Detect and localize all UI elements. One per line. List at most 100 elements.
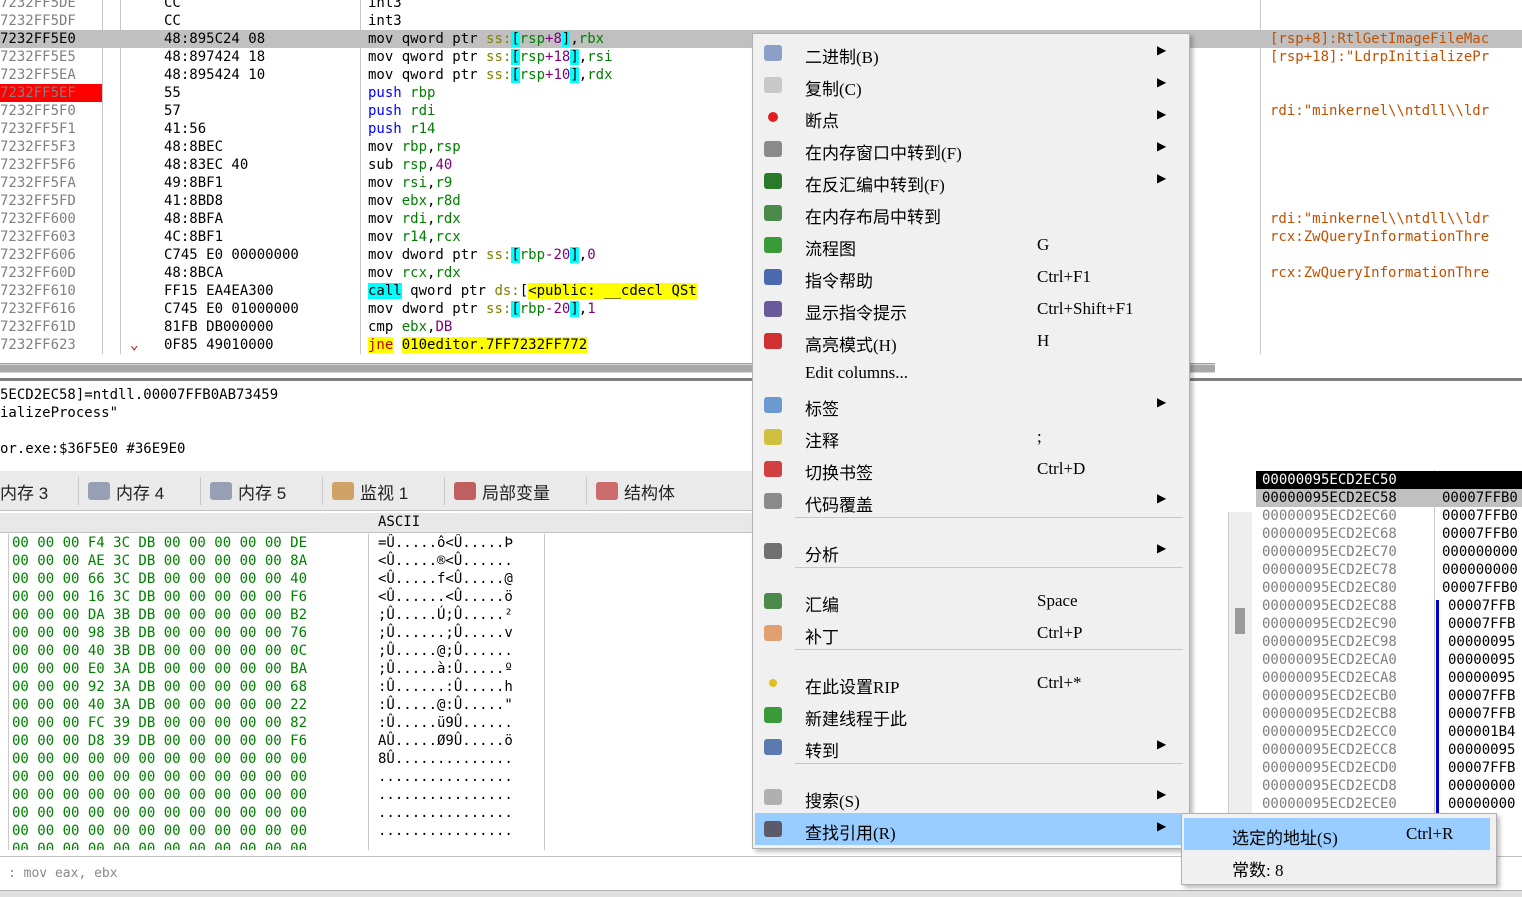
dump-row[interactable]: 00 00 00 66 3C DB 00 00 00 00 00 40 <Û...… bbox=[0, 570, 760, 588]
instruction-cell: mov qword ptr ss:[rsp+8],rbx bbox=[368, 30, 604, 48]
watch-icon bbox=[332, 482, 354, 500]
menu-item-shortcut: Ctrl+F1 bbox=[1037, 267, 1091, 286]
dump-row[interactable]: 00 00 00 00 00 00 00 00 00 00 00 00.....… bbox=[0, 840, 760, 850]
menu-item-hint[interactable]: 显示指令提示 Ctrl+Shift+F1 bbox=[755, 293, 1187, 325]
instruction-token: rsi bbox=[587, 49, 613, 65]
menu-item-edit-columns[interactable]: Edit columns... bbox=[755, 357, 1187, 389]
tab-label: 局部变量 bbox=[482, 483, 550, 503]
dump-row[interactable]: 00 00 00 92 3A DB 00 00 00 00 00 68:Û...… bbox=[0, 678, 760, 696]
dump-row[interactable]: 00 00 00 00 00 00 00 00 00 00 00 00 8Û...… bbox=[0, 750, 760, 768]
stack-row[interactable]: 00000095ECD2ECE0 00000000 bbox=[1256, 795, 1522, 813]
scrollbar-thumb[interactable] bbox=[1235, 608, 1245, 634]
stack-address: 00000095ECD2EC50 bbox=[1262, 472, 1397, 488]
dump-row[interactable]: 00 00 00 00 00 00 00 00 00 00 00 00.....… bbox=[0, 768, 760, 786]
menu-item-highlight[interactable]: 高亮模式(H) H bbox=[755, 325, 1187, 357]
stack-row[interactable]: 00000095ECD2EC80 00007FFB0 bbox=[1256, 579, 1522, 597]
tab-divider bbox=[200, 477, 201, 505]
stack-row[interactable]: 00000095ECD2EC90 00007FFB bbox=[1256, 615, 1522, 633]
stack-row[interactable]: 00000095ECD2ECD8 00000000 bbox=[1256, 777, 1522, 795]
stack-address: 00000095ECD2EC70 bbox=[1262, 544, 1397, 560]
stack-row[interactable]: 00000095ECD2EC68 00007FFB0 bbox=[1256, 525, 1522, 543]
stack-row[interactable]: 00000095ECD2ECC0 000001B4 bbox=[1256, 723, 1522, 741]
menu-item-memory-map[interactable]: 在内存布局中转到 bbox=[755, 197, 1187, 229]
menu-item-find-references[interactable]: 查找引用(R) ▶ bbox=[755, 813, 1187, 845]
stack-row[interactable]: 00000095ECD2ECB0 00007FFB bbox=[1256, 687, 1522, 705]
stack-scrollbar[interactable] bbox=[1228, 512, 1252, 850]
stack-row[interactable]: 00000095ECD2EC70 000000000 bbox=[1256, 543, 1522, 561]
dump-row[interactable]: 00 00 00 F4 3C DB 00 00 00 00 00 DE =Û...… bbox=[0, 534, 760, 552]
menu-item-comment[interactable]: 注释; bbox=[755, 421, 1187, 453]
stack-row[interactable]: 00000095ECD2ECB8 00007FFB bbox=[1256, 705, 1522, 723]
dump-row[interactable]: 00 00 00 00 00 00 00 00 00 00 00 00.....… bbox=[0, 786, 760, 804]
status-strip bbox=[0, 890, 1522, 897]
command-input[interactable]: : mov eax, ebx bbox=[8, 865, 118, 883]
menu-item-label[interactable]: 标签 ▶ bbox=[755, 389, 1187, 421]
ascii-text: :Û.....ü9Û...... bbox=[378, 715, 513, 731]
dump-row[interactable]: 00 00 00 DA 3B DB 00 00 00 00 00 B2 ;Û...… bbox=[0, 606, 760, 624]
menu-item-help[interactable]: 指令帮助 Ctrl+F1 bbox=[755, 261, 1187, 293]
submenu-arrow-icon: ▶ bbox=[1157, 395, 1167, 409]
stack-value: 00000095 bbox=[1448, 634, 1516, 650]
hex-dump-view[interactable]: 00 00 00 F4 3C DB 00 00 00 00 00 DE =Û...… bbox=[0, 534, 760, 850]
dump-row[interactable]: 00 00 00 40 3A DB 00 00 00 00 00 22:Û...… bbox=[0, 696, 760, 714]
menu-item-goto[interactable]: 转到 ▶ bbox=[755, 731, 1187, 763]
instruction-token: qword ptr bbox=[401, 67, 487, 83]
stack-row[interactable]: 00000095ECD2EC88 00007FFB bbox=[1256, 597, 1522, 615]
stack-row[interactable]: 00000095ECD2EC78 000000000 bbox=[1256, 561, 1522, 579]
dump-row[interactable]: 00 00 00 E0 3A DB 00 00 00 00 00 BA ;Û...… bbox=[0, 660, 760, 678]
dump-row[interactable]: 00 00 00 00 00 00 00 00 00 00 00 00.....… bbox=[0, 804, 760, 822]
menu-item-shortcut: H bbox=[1037, 331, 1050, 350]
menu-item-memory-goto[interactable]: 在内存窗口中转到(F) ▶ bbox=[755, 133, 1187, 165]
stack-row[interactable]: 00000095ECD2ECA0 00000095 bbox=[1256, 651, 1522, 669]
dump-row[interactable]: 00 00 00 D8 39 DB 00 00 00 00 00 F6 AÛ...… bbox=[0, 732, 760, 750]
dump-row[interactable]: 00 00 00 FC 39 DB 00 00 00 00 00 82:Û...… bbox=[0, 714, 760, 732]
dump-row[interactable]: 00 00 00 00 00 00 00 00 00 00 00 00.....… bbox=[0, 822, 760, 840]
dump-row[interactable]: 00 00 00 16 3C DB 00 00 00 00 00 F6 <Û...… bbox=[0, 588, 760, 606]
menu-item-bookmark[interactable]: 切换书签 Ctrl+D bbox=[755, 453, 1187, 485]
tab-监视-1[interactable]: 监视 1 bbox=[332, 477, 408, 505]
instruction-token: int3 bbox=[368, 13, 402, 29]
menu-item-graph[interactable]: 流程图 G bbox=[755, 229, 1187, 261]
menu-item-coverage[interactable]: 代码覆盖 ▶ bbox=[755, 485, 1187, 517]
instruction-token: [ bbox=[511, 301, 520, 317]
stack-row[interactable]: 00000095ECD2EC98 00000095 bbox=[1256, 633, 1522, 651]
stack-row[interactable]: 00000095ECD2EC58 00007FFB0 bbox=[1256, 489, 1522, 507]
tab-结构体[interactable]: 结构体 bbox=[596, 477, 675, 505]
submenu-item-shortcut: Ctrl+R bbox=[1406, 824, 1454, 843]
disasm-row[interactable]: 7232FF5DF CC int3 bbox=[0, 12, 1522, 30]
menu-item-assemble[interactable]: 汇编 Space bbox=[755, 585, 1187, 617]
menu-item-binary[interactable]: 二进制(B) ▶ bbox=[755, 37, 1187, 69]
instruction-token: <public: __cdecl QSt bbox=[528, 283, 697, 299]
submenu-item-label: 常数: 8 bbox=[1232, 861, 1284, 880]
instruction-token: DB bbox=[435, 319, 453, 335]
stack-row[interactable]: 00000095ECD2EC60 00007FFB0 bbox=[1256, 507, 1522, 525]
dump-row[interactable]: 00 00 00 40 3B DB 00 00 00 00 00 0C ;Û...… bbox=[0, 642, 760, 660]
menu-item-breakpoint[interactable]: 断点 ▶ bbox=[755, 101, 1187, 133]
menu-item-copy[interactable]: 复制(C) ▶ bbox=[755, 69, 1187, 101]
dump-row[interactable]: 00 00 00 98 3B DB 00 00 00 00 00 76 ;Û...… bbox=[0, 624, 760, 642]
menu-item-set-rip[interactable]: 在此设置RIP Ctrl+* bbox=[755, 667, 1187, 699]
tab-内存-3[interactable]: 内存 3 bbox=[0, 477, 48, 505]
tab-局部变量[interactable]: 局部变量 bbox=[454, 477, 550, 505]
stack-row[interactable]: 00000095ECD2EC50 000000000 bbox=[1256, 471, 1522, 489]
disasm-row[interactable]: 7232FF5DE CC int3 bbox=[0, 0, 1522, 12]
dump-row[interactable]: 00 00 00 AE 3C DB 00 00 00 00 00 8A <Û...… bbox=[0, 552, 760, 570]
instruction-cell: mov dword ptr ss:[rbp-20],1 bbox=[368, 300, 596, 318]
menu-item-analyze[interactable]: 分析 ▶ bbox=[755, 535, 1187, 567]
menu-item-cpu[interactable]: 在反汇编中转到(F) ▶ bbox=[755, 165, 1187, 197]
tab-内存-5[interactable]: 内存 5 bbox=[210, 477, 286, 505]
stack-row[interactable]: 00000095ECD2ECA8 00000095 bbox=[1256, 669, 1522, 687]
submenu-item-selected-address[interactable]: 选定的地址(S) Ctrl+R bbox=[1184, 818, 1490, 850]
tab-内存-4[interactable]: 内存 4 bbox=[88, 477, 164, 505]
menu-item-patch[interactable]: 补丁 Ctrl+P bbox=[755, 617, 1187, 649]
stack-value: 00007FFB bbox=[1448, 598, 1516, 614]
hex-bytes: 00 00 00 DA 3B DB 00 00 00 00 00 B2 bbox=[12, 607, 308, 623]
instruction-token: rdx bbox=[587, 67, 613, 83]
instruction-token: rbp bbox=[401, 139, 428, 155]
stack-row[interactable]: 00000095ECD2ECC8 00000095 bbox=[1256, 741, 1522, 759]
menu-item-search[interactable]: 搜索(S) ▶ bbox=[755, 781, 1187, 813]
menu-item-new-thread[interactable]: 新建线程于此 bbox=[755, 699, 1187, 731]
submenu-item-constant[interactable]: 常数: 8 bbox=[1184, 850, 1490, 882]
stack-row[interactable]: 00000095ECD2ECD0 00007FFB bbox=[1256, 759, 1522, 777]
stack-view[interactable]: 00000095ECD2EC50 000000000 00000095ECD2EC5… bbox=[1256, 470, 1522, 815]
